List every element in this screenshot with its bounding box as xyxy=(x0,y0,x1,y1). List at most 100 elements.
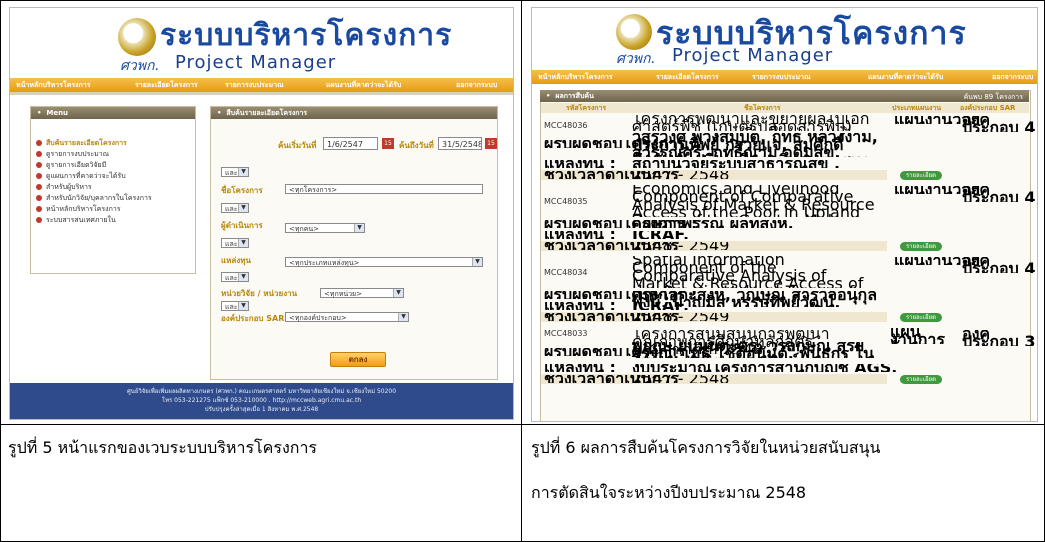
nav-home[interactable]: หน้าหลักบริหารโครงการ xyxy=(538,72,613,83)
project-title[interactable]: Spatial Information Component of the Com… xyxy=(632,256,878,288)
menu-item-expected[interactable]: ดูแผนการที่คาดว่าจะได้รับ xyxy=(36,171,126,182)
project-title[interactable]: โครงการพัฒนาและขยายผลไปเอกศาสตร์พืช (เกษ… xyxy=(632,115,878,131)
nav-logout[interactable]: ออกจากระบบ xyxy=(992,72,1033,83)
project-code: MCC48036 xyxy=(544,122,588,130)
university-seal-icon xyxy=(616,14,652,50)
project-code: MCC48034 xyxy=(544,269,588,277)
nav-project-detail[interactable]: รายละเอียดโครงการ xyxy=(656,72,719,83)
unit-select[interactable]: <ทุกหน่วย> ▼ xyxy=(320,288,404,298)
footer-contact: โทร 053-221275 แฟ็กซ์ 053-210000 . http:… xyxy=(161,397,362,404)
fund-label: แหล่งทุน xyxy=(221,256,251,265)
op-select-5[interactable]: และ ▼ xyxy=(221,301,249,311)
chevron-down-icon: ▼ xyxy=(238,273,248,281)
nav-budget[interactable]: รายการงบประมาณ xyxy=(225,80,284,91)
site-header: ระบบบริหารโครงการ ศวพก. Project Manager xyxy=(10,8,513,78)
researcher-select[interactable]: <ทุกคน> ▼ xyxy=(285,223,365,233)
nav-project-detail[interactable]: รายละเอียดโครงการ xyxy=(135,80,198,91)
project-fund: งบประมาณโครงการสำนักบัญชี AGS. xyxy=(632,364,897,372)
detail-button[interactable]: รายละเอียด xyxy=(900,242,942,251)
op-select-2[interactable]: และ ▼ xyxy=(221,203,249,213)
project-leader: พฤกษ์ ยิบมันตะศิริ, วรลักษณ์ สุริยวรรณ, … xyxy=(632,342,875,358)
brand-title-english: Project Manager xyxy=(672,45,834,66)
project-name-label: ชื่อโครงการ xyxy=(221,186,263,195)
top-nav: หน้าหลักบริหารโครงการ รายละเอียดโครงการ … xyxy=(532,70,1037,84)
chevron-down-icon: ▼ xyxy=(238,168,248,176)
chevron-down-icon: ▼ xyxy=(393,289,403,297)
project-sar: องค์ประกอบ 4 xyxy=(962,116,1036,132)
results-header: • ผลการสืบค้น xyxy=(540,90,1029,102)
menu-item-research[interactable]: ดูรายการเอียดวิจัยมี xyxy=(36,160,106,171)
researcher-label: ผู้ดำเนินการ xyxy=(221,221,263,230)
nav-budget[interactable]: รายการงบประมาณ xyxy=(752,72,811,83)
caption-divider xyxy=(0,424,1045,425)
caption-left: รูปที่ 5 หน้าแรกของเวบระบบบริหารโครงการ xyxy=(8,438,318,457)
end-date-label: ค้นถึงวันที่ xyxy=(399,141,434,150)
project-period: 2548 - 2549 xyxy=(632,242,729,250)
op-select-1[interactable]: และ ▼ xyxy=(221,167,249,177)
site-header: ระบบบริหารโครงการ ศวพก. Project Manager xyxy=(532,8,1037,70)
submit-button[interactable]: ตกลง xyxy=(330,352,386,367)
fund-label: แหล่งทุน : xyxy=(544,160,616,168)
chevron-down-icon: ▼ xyxy=(238,302,248,310)
fund-select[interactable]: <ทุกประเภทแหล่งทุน> ▼ xyxy=(285,257,483,267)
top-nav: หน้าหลักบริหารโครงการ รายละเอียดโครงการ … xyxy=(10,78,513,92)
project-sar: องค์ประกอบ 3 xyxy=(962,330,1036,346)
project-period: 2547 - 2548 xyxy=(632,171,729,179)
project-code: MCC48033 xyxy=(544,330,588,338)
menu-item-search[interactable]: สืบค้นรายละเอียดโครงการ xyxy=(36,138,127,149)
brand-title-english: Project Manager xyxy=(175,52,337,73)
start-date-label: ค้นเริ่มวันที่ xyxy=(278,141,317,150)
brand-subtitle: ศวพก. xyxy=(616,51,655,67)
project-leader: วสุรวงศ์ พวงสมบัติ, ฤทธิ หลวงงาม, ประกาน… xyxy=(632,133,878,157)
detail-button[interactable]: รายละเอียด xyxy=(900,313,942,322)
project-fund: ICRAF. xyxy=(632,302,689,310)
table-header xyxy=(541,103,1029,113)
nav-expected[interactable]: แผนงานที่คาดว่าจะได้รับ xyxy=(326,80,401,91)
bullet-icon xyxy=(36,140,42,146)
project-title[interactable]: Economics and Livelihood Component of Co… xyxy=(632,185,878,217)
unit-label: หน่วยวิจัย / หน่วยงาน xyxy=(221,289,298,298)
bullet-icon xyxy=(36,195,42,201)
project-name-input[interactable]: <ทุกโครงการ> xyxy=(285,184,483,194)
op-select-3[interactable]: และ ▼ xyxy=(221,238,249,248)
menu-item-internal[interactable]: ระบบสารสนเทศภายใน xyxy=(36,215,116,226)
nav-logout[interactable]: ออกจากระบบ xyxy=(456,80,497,91)
fund-label: แหล่งทุน : xyxy=(544,364,616,372)
menu-item-researcher[interactable]: สำหรับนักวิจัย/บุคลากรในโครงการ xyxy=(36,193,152,204)
bullet-icon xyxy=(36,173,42,179)
sar-label: องค์ประกอบ SAR xyxy=(221,314,285,323)
left-screenshot: ระบบบริหารโครงการ ศวพก. Project Manager … xyxy=(9,7,514,420)
op-select-4[interactable]: และ ▼ xyxy=(221,272,249,282)
chevron-down-icon: ▼ xyxy=(354,224,364,232)
search-panel-title: • สืบค้นรายละเอียดโครงการ xyxy=(211,107,497,119)
nav-home[interactable]: หน้าหลักบริหารโครงการ xyxy=(16,80,91,91)
col-type: ประเภทแผนงาน xyxy=(892,104,942,112)
menu-item-budget[interactable]: ดูรายการงบประมาณ xyxy=(36,149,109,160)
start-calendar-icon[interactable]: 15 xyxy=(382,138,394,149)
nav-expected[interactable]: แผนงานที่คาดว่าจะได้รับ xyxy=(868,72,943,83)
project-fund: ICRAF. xyxy=(632,231,689,239)
end-calendar-icon[interactable]: 15 xyxy=(485,138,497,149)
project-sar: องค์ประกอบ 4 xyxy=(962,186,1036,202)
project-period: 2548 - 2549 xyxy=(632,313,729,321)
project-sar: องค์ประกอบ 4 xyxy=(962,257,1036,273)
caption-right-line2: การตัดสินใจระหว่างปีงบประมาณ 2548 xyxy=(531,483,807,502)
right-screenshot: ระบบบริหารโครงการ ศวพก. Project Manager … xyxy=(531,7,1038,422)
project-fund: สถาบันวิจัยระบบสาธารณสุข . xyxy=(632,160,840,168)
result-count: ค้นพบ 89 โครงการ xyxy=(963,93,1023,101)
chevron-down-icon: ▼ xyxy=(472,258,482,266)
detail-button[interactable]: รายละเอียด xyxy=(900,375,942,384)
end-date-input[interactable]: 31/5/2548 xyxy=(438,137,482,150)
bullet-icon xyxy=(36,217,42,223)
start-date-input[interactable]: 1/6/2547 xyxy=(323,137,378,150)
detail-button[interactable]: รายละเอียด xyxy=(900,171,942,180)
project-code: MCC48035 xyxy=(544,198,588,206)
bullet-icon xyxy=(36,151,42,157)
fund-label: แหล่งทุน : xyxy=(544,231,616,239)
footer-updated: ปรับปรุงครั้งล่าสุดเมื่อ 1 สิงหาคม พ.ศ.2… xyxy=(204,406,319,413)
sar-select[interactable]: <ทุกองค์ประกอบ> ▼ xyxy=(285,312,409,322)
menu-item-executive[interactable]: สำหรับผู้บริหาร xyxy=(36,182,92,193)
project-leader: กฤษฎาพรรณ์ ผลทสิงห์, xyxy=(632,220,794,228)
col-code: รหัสโครงการ xyxy=(566,104,607,112)
menu-item-home[interactable]: หน้าหลักบริหารโครงการ xyxy=(36,204,121,215)
